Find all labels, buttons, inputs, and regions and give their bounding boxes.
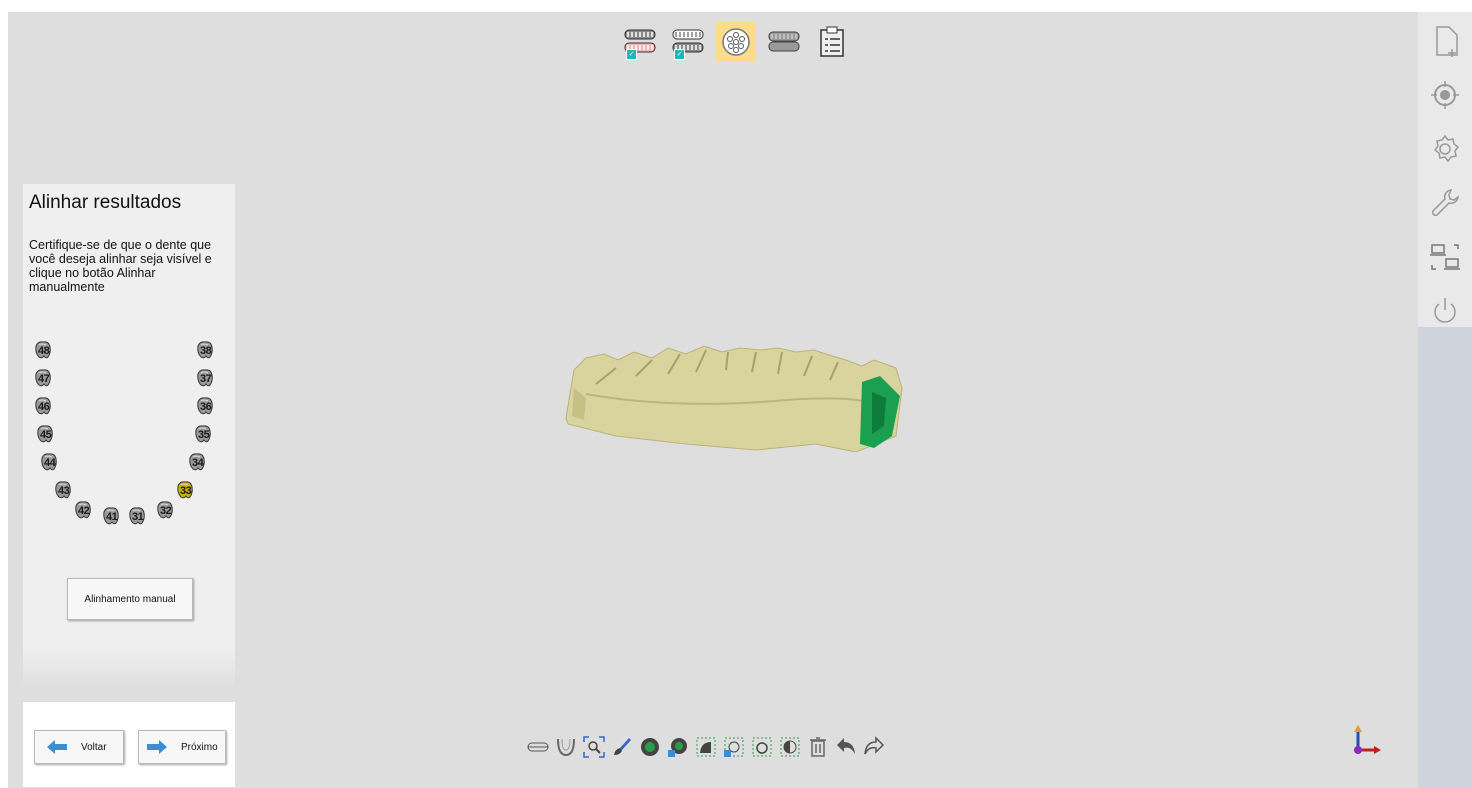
tooth-number: 36 <box>200 401 212 413</box>
single-jaw-view-icon <box>527 742 549 752</box>
next-label: Próximo <box>181 741 218 753</box>
axis-orientation-icon <box>1354 725 1381 754</box>
gear-icon <box>1433 134 1460 163</box>
panel-title: Alinhar resultados <box>29 192 182 213</box>
tooth-47[interactable]: 47 <box>33 368 53 388</box>
lasso-deselect-button[interactable] <box>722 735 746 759</box>
step-bite[interactable] <box>764 22 804 62</box>
panel-fade <box>23 649 235 689</box>
step-upper-jaw[interactable]: ✓ <box>620 22 660 62</box>
arrow-right-icon <box>147 740 167 754</box>
arch-view-button[interactable] <box>554 735 578 759</box>
tooth-number: 31 <box>132 511 144 523</box>
tooth-number: 38 <box>200 345 212 357</box>
wrench-icon <box>1431 189 1459 217</box>
tooth-41[interactable]: 41 <box>101 506 121 526</box>
tooth-42[interactable]: 42 <box>73 500 93 520</box>
tooth-number: 35 <box>198 429 210 441</box>
arrow-left-icon <box>47 740 67 754</box>
view-tools-toolbar <box>526 734 886 760</box>
align-results-panel: Alinhar resultados Certifique-se de que … <box>23 184 235 689</box>
rect-select-button[interactable] <box>750 735 774 759</box>
lasso-select-button[interactable] <box>694 735 718 759</box>
undo-icon <box>837 738 855 754</box>
tooth-31[interactable]: 31 <box>127 506 147 526</box>
single-jaw-view-button[interactable] <box>526 735 550 759</box>
tooth-number: 44 <box>44 457 56 469</box>
bite-scan-icon <box>768 31 800 52</box>
arch-view-icon <box>557 738 575 757</box>
brush-select-button[interactable] <box>610 735 634 759</box>
back-button[interactable]: Voltar <box>34 730 124 764</box>
bottom-navigation: Voltar Próximo <box>23 702 235 787</box>
tooth-number: 33 <box>180 485 192 497</box>
tooth-number: 42 <box>78 505 90 517</box>
undo-button[interactable] <box>834 735 858 759</box>
power-button[interactable] <box>1425 290 1465 332</box>
right-sidebar-background <box>1418 327 1472 788</box>
report-clipboard-icon <box>820 26 844 57</box>
tooth-number: 46 <box>38 401 50 413</box>
deselect-region-button[interactable] <box>666 735 690 759</box>
lasso-deselect-icon <box>724 737 744 757</box>
select-region-icon <box>641 738 659 756</box>
step-alignment[interactable] <box>716 22 756 62</box>
invert-selection-icon <box>780 737 800 757</box>
step-lower-jaw[interactable]: ✓ <box>668 22 708 62</box>
delete-icon <box>810 737 826 757</box>
settings-button[interactable] <box>1425 128 1465 170</box>
zoom-fit-button[interactable] <box>582 735 606 759</box>
tooth-45[interactable]: 45 <box>35 424 55 444</box>
power-icon <box>1434 298 1456 323</box>
rect-select-icon <box>752 737 772 757</box>
brush-select-icon <box>614 738 631 755</box>
completed-check-icon: ✓ <box>674 49 685 60</box>
tooth-number: 41 <box>106 511 118 523</box>
tools-button[interactable] <box>1425 182 1465 224</box>
tooth-34[interactable]: 34 <box>187 452 207 472</box>
tooth-number: 43 <box>58 485 70 497</box>
zoom-fit-icon <box>583 736 605 758</box>
tooth-46[interactable]: 46 <box>33 396 53 416</box>
tooth-48[interactable]: 48 <box>33 340 53 360</box>
tooth-38[interactable]: 38 <box>195 340 215 360</box>
tooth-33[interactable]: 33 <box>175 480 195 500</box>
deselect-region-icon <box>668 738 687 757</box>
target-button[interactable] <box>1425 74 1465 116</box>
tooth-number: 37 <box>200 373 212 385</box>
app-window: ✓ ✓ Alinhar resultados Certifique-se de … <box>8 12 1472 788</box>
target-icon <box>1431 81 1459 109</box>
redo-button[interactable] <box>862 735 886 759</box>
screen-capture-button[interactable] <box>1425 236 1465 278</box>
completed-check-icon: ✓ <box>626 49 637 60</box>
step-report[interactable] <box>812 22 852 62</box>
panel-instruction: Certifique-se de que o dente que você de… <box>29 238 212 294</box>
tooth-number: 45 <box>40 429 52 441</box>
dental-model-3d[interactable] <box>556 340 912 452</box>
new-file-button[interactable] <box>1425 20 1465 62</box>
tooth-36[interactable]: 36 <box>195 396 215 416</box>
alignment-points-icon <box>722 28 750 56</box>
screenshot-capture-icon <box>1430 244 1460 270</box>
delete-button[interactable] <box>806 735 830 759</box>
back-label: Voltar <box>81 741 107 753</box>
manual-alignment-button[interactable]: Alinhamento manual <box>67 578 193 620</box>
tooth-44[interactable]: 44 <box>39 452 59 472</box>
workflow-toolbar: ✓ ✓ <box>620 20 852 64</box>
tooth-number: 48 <box>38 345 50 357</box>
tooth-32[interactable]: 32 <box>155 500 175 520</box>
tooth-35[interactable]: 35 <box>193 424 213 444</box>
next-button[interactable]: Próximo <box>138 730 226 764</box>
select-region-button[interactable] <box>638 735 662 759</box>
tooth-43[interactable]: 43 <box>53 480 73 500</box>
tooth-number: 47 <box>38 373 50 385</box>
tooth-number: 34 <box>192 457 204 469</box>
tooth-number: 32 <box>160 505 172 517</box>
right-toolbar <box>1418 12 1472 335</box>
invert-selection-button[interactable] <box>778 735 802 759</box>
lasso-select-icon <box>696 737 716 757</box>
redo-icon <box>864 736 885 755</box>
tooth-37[interactable]: 37 <box>195 368 215 388</box>
new-file-icon <box>1436 26 1458 57</box>
